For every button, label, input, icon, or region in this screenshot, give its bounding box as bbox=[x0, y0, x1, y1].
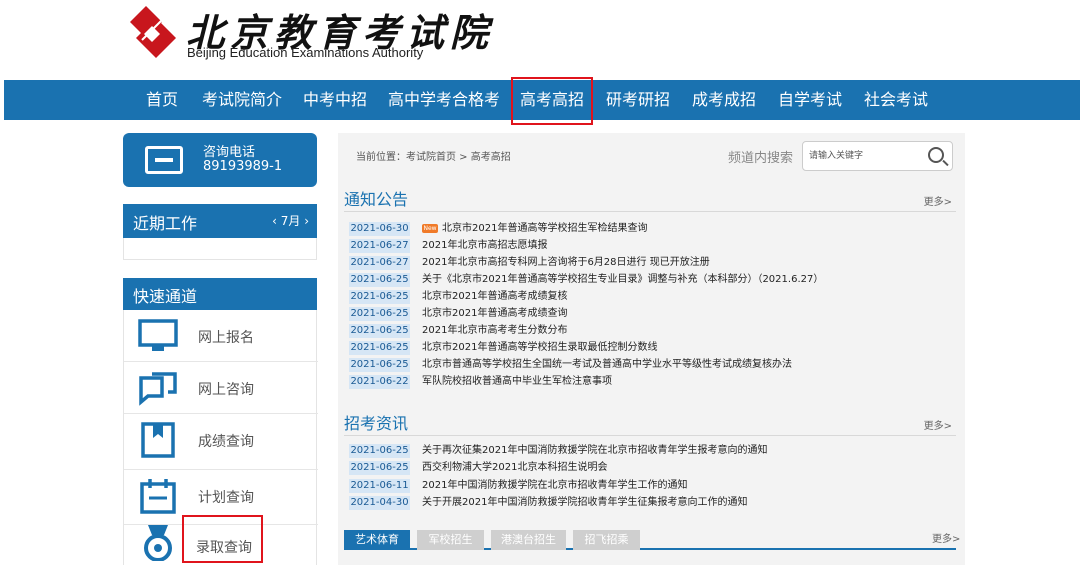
news-title: 北京市2021年普通高等学校招生军检结果查询 bbox=[442, 223, 648, 234]
tab-military[interactable]: 军校招生 bbox=[417, 530, 484, 550]
site-title-en: Beijing Education Examinations Authority bbox=[187, 45, 424, 60]
notice-section-title: 通知公告 bbox=[344, 190, 409, 209]
news-date: 2021-06-27 bbox=[349, 239, 410, 253]
channel-search-label: 频道内搜索 bbox=[728, 151, 794, 166]
news-title-link[interactable]: 2021年北京市高招志愿填报 bbox=[422, 239, 547, 253]
quick-item-consult[interactable]: 网上咨询 bbox=[124, 362, 318, 414]
monitor-icon bbox=[138, 319, 178, 351]
nav-highlight-box bbox=[511, 77, 593, 125]
news-title-link[interactable]: New 北京市2021年普通高等学校招生军检结果查询 bbox=[422, 222, 647, 236]
phone-screen-icon bbox=[145, 146, 183, 174]
news-date: 2021-06-30 bbox=[349, 222, 410, 236]
new-badge: New bbox=[422, 224, 438, 233]
chat-icon bbox=[139, 372, 177, 406]
news-date: 2021-06-25 bbox=[349, 341, 410, 355]
medal-icon bbox=[144, 525, 172, 561]
quick-item-score[interactable]: 成绩查询 bbox=[124, 414, 318, 470]
admission-highlight-box bbox=[182, 515, 263, 563]
news-date: 2021-06-25 bbox=[349, 307, 410, 321]
breadcrumb: 当前位置：考试院首页 > 高考高招 bbox=[356, 152, 511, 163]
quick-item-label: 网上咨询 bbox=[198, 382, 254, 398]
news-title-link[interactable]: 2021年中国消防救援学院在北京市招收青年学生工作的通知 bbox=[422, 479, 687, 493]
nav-item-xuekao[interactable]: 高中学考合格考 bbox=[388, 80, 500, 120]
recent-work-header: 近期工作 ‹ 7月 › bbox=[123, 204, 317, 238]
month-switcher[interactable]: ‹ 7月 › bbox=[272, 212, 309, 229]
quick-item-label: 成绩查询 bbox=[198, 434, 254, 450]
logo-icon bbox=[130, 6, 176, 58]
nav-item-chengkao[interactable]: 成考成招 bbox=[692, 80, 756, 120]
nav-item-yankao[interactable]: 研考研招 bbox=[606, 80, 670, 120]
nav-item-home[interactable]: 首页 bbox=[146, 80, 178, 120]
news-date: 2021-06-25 bbox=[349, 461, 410, 475]
news-date: 2021-06-25 bbox=[349, 444, 410, 458]
news-title-link[interactable]: 军队院校招收普通高中毕业生军检注意事项 bbox=[422, 375, 612, 389]
exam-news-section-header: 招考资讯 更多> bbox=[344, 410, 956, 436]
news-date: 2021-06-25 bbox=[349, 290, 410, 304]
news-date: 2021-06-25 bbox=[349, 324, 410, 338]
quick-item-label: 网上报名 bbox=[198, 330, 254, 346]
nav-item-shehui[interactable]: 社会考试 bbox=[864, 80, 928, 120]
consult-phone-card: 咨询电话 89193989-1 bbox=[123, 133, 317, 187]
news-title-link[interactable]: 2021年北京市高考考生分数分布 bbox=[422, 324, 567, 338]
news-date: 2021-06-25 bbox=[349, 273, 410, 287]
consult-phone-number: 89193989-1 bbox=[203, 159, 283, 174]
news-title-link[interactable]: 关于再次征集2021年中国消防救援学院在北京市招收青年学生报考意向的通知 bbox=[422, 444, 767, 458]
news-date: 2021-06-25 bbox=[349, 358, 410, 372]
recent-work-body bbox=[123, 238, 317, 260]
category-tabs: 艺术体育 军校招生 港澳台招生 招飞招乘 bbox=[344, 528, 956, 550]
consult-label: 咨询电话 bbox=[203, 145, 256, 160]
news-title-link[interactable]: 北京市2021年普通高考成绩查询 bbox=[422, 307, 567, 321]
exam-news-more-link[interactable]: 更多> bbox=[924, 417, 952, 432]
calendar-icon bbox=[140, 479, 176, 514]
news-title-link[interactable]: 西交利物浦大学2021北京本科招生说明会 bbox=[422, 461, 607, 475]
quick-access-header: 快速通道 bbox=[123, 278, 317, 310]
news-title-link[interactable]: 北京市普通高等学校招生全国统一考试及普通高中学业水平等级性考试成绩复核办法 bbox=[422, 358, 792, 372]
search-icon[interactable] bbox=[928, 147, 944, 163]
news-date: 2021-06-22 bbox=[349, 375, 410, 389]
news-title-link[interactable]: 北京市2021年普通高考成绩复核 bbox=[422, 290, 567, 304]
tab-hk-macao-taiwan[interactable]: 港澳台招生 bbox=[491, 530, 566, 550]
tab-art-sports[interactable]: 艺术体育 bbox=[344, 530, 410, 550]
nav-item-about[interactable]: 考试院简介 bbox=[202, 80, 282, 120]
notice-more-link[interactable]: 更多> bbox=[924, 193, 952, 208]
bookmark-icon bbox=[141, 422, 175, 458]
tab-pilot[interactable]: 招飞招乘 bbox=[573, 530, 640, 550]
news-title-link[interactable]: 关于《北京市2021年普通高等学校招生专业目录》调整与补充（本科部分）（2021… bbox=[422, 273, 823, 287]
notice-section-header: 通知公告 更多> bbox=[344, 186, 956, 212]
news-date: 2021-06-27 bbox=[349, 256, 410, 270]
quick-item-register[interactable]: 网上报名 bbox=[124, 310, 318, 362]
news-title-link[interactable]: 北京市2021年普通高等学校招生录取最低控制分数线 bbox=[422, 341, 657, 355]
recent-work-title: 近期工作 bbox=[133, 214, 198, 233]
quick-item-label: 计划查询 bbox=[198, 490, 254, 506]
search-box bbox=[802, 141, 953, 171]
news-date: 2021-04-30 bbox=[349, 496, 410, 510]
news-date: 2021-06-11 bbox=[349, 479, 410, 493]
search-input[interactable] bbox=[809, 148, 919, 164]
nav-item-zikao[interactable]: 自学考试 bbox=[778, 80, 842, 120]
news-title-link[interactable]: 关于开展2021年中国消防救援学院招收青年学生征集报考意向工作的通知 bbox=[422, 496, 747, 510]
exam-news-section-title: 招考资讯 bbox=[344, 414, 409, 433]
site-header: 北京教育考试院 Beijing Education Examinations A… bbox=[0, 0, 1080, 80]
tabs-more-link[interactable]: 更多> bbox=[932, 530, 960, 545]
nav-item-zhongkao[interactable]: 中考中招 bbox=[303, 80, 367, 120]
quick-access-title: 快速通道 bbox=[133, 287, 198, 306]
news-title-link[interactable]: 2021年北京市高招专科网上咨询将于6月28日进行 现已开放注册 bbox=[422, 256, 710, 270]
